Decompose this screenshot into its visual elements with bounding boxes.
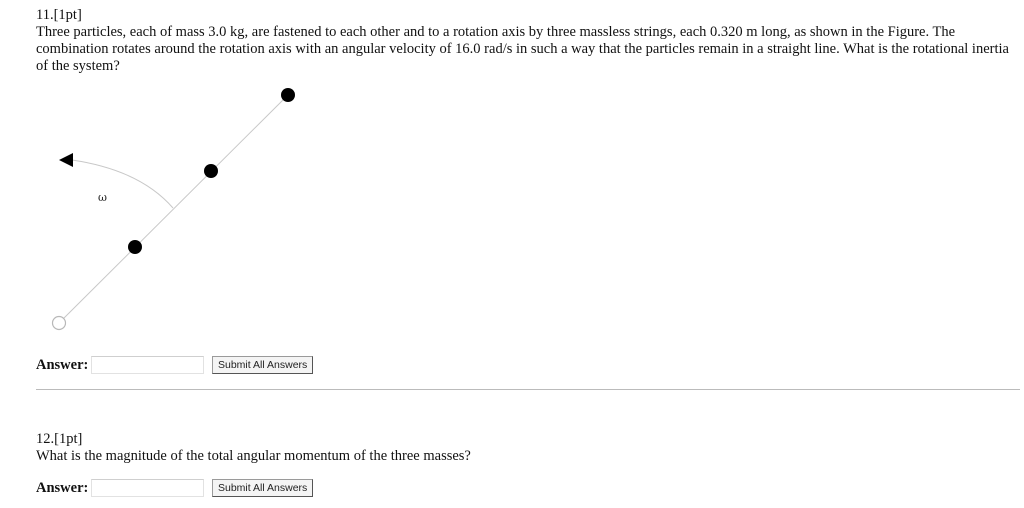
string-line <box>58 94 289 324</box>
rotation-axis-pivot <box>51 315 67 331</box>
submit-all-answers-button[interactable]: Submit All Answers <box>212 479 314 497</box>
problem-number: 12.[1pt] <box>36 431 83 447</box>
problem-question: What is the magnitude of the total angul… <box>36 448 471 464</box>
rotation-figure: ω <box>40 80 340 340</box>
problem-12: 12.[1pt] What is the magnitude of the to… <box>36 431 1020 465</box>
particle-inner <box>128 240 142 254</box>
problem-divider <box>36 389 1020 390</box>
rotation-diagram: ω <box>51 88 295 331</box>
particle-middle <box>204 164 218 178</box>
rotation-arrowhead <box>59 153 73 167</box>
particle-outer <box>281 88 295 102</box>
submit-all-answers-button[interactable]: Submit All Answers <box>212 356 314 374</box>
answer-input-12[interactable] <box>91 479 204 497</box>
problem-11: 11.[1pt] Three particles, each of mass 3… <box>36 7 1020 75</box>
rotation-arc <box>71 159 174 209</box>
answer-label: Answer: <box>36 356 89 373</box>
problem-question: Three particles, each of mass 3.0 kg, ar… <box>36 24 1009 74</box>
answer-row-12: Answer: Submit All Answers <box>36 479 314 497</box>
answer-row-11: Answer: Submit All Answers <box>36 356 314 374</box>
answer-input-11[interactable] <box>91 356 204 374</box>
omega-label: ω <box>98 191 107 204</box>
problem-number: 11.[1pt] <box>36 7 82 23</box>
answer-label: Answer: <box>36 479 89 496</box>
